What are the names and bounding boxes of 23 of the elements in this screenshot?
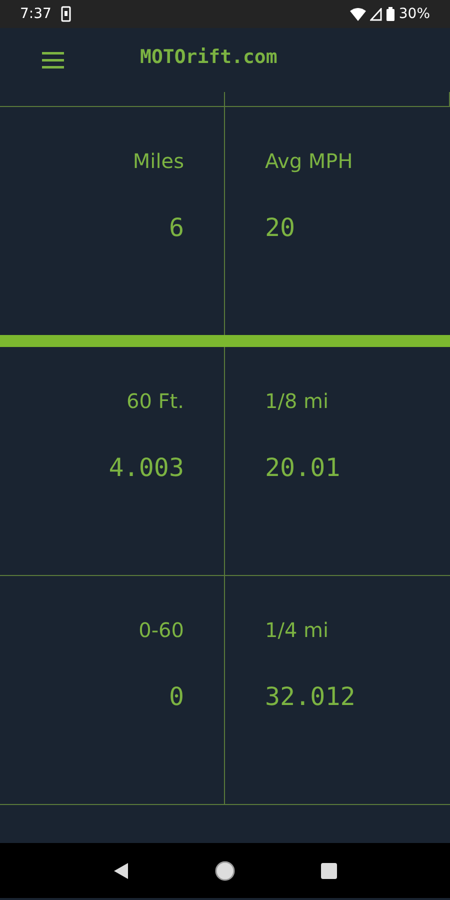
battery-icon	[386, 7, 395, 21]
stat-label: 1/8 mi	[265, 389, 329, 413]
stat-value: 0	[168, 682, 184, 711]
signal-icon	[370, 8, 382, 20]
stat-value: 20	[265, 213, 296, 242]
clock: 7:37	[20, 6, 52, 22]
recents-icon[interactable]	[320, 862, 338, 880]
back-icon[interactable]	[112, 862, 130, 880]
wifi-icon	[350, 8, 366, 20]
stat-value: 4.003	[108, 453, 184, 482]
app-title: MOTOrift.com	[140, 46, 278, 68]
stat-label: 60 Ft.	[126, 389, 184, 413]
stat-label: Avg MPH	[265, 149, 353, 173]
battery-percent: 30%	[398, 6, 430, 22]
stat-label: Miles	[132, 149, 184, 173]
stat-value: 20.01	[265, 453, 340, 482]
stat-value: 6	[168, 213, 184, 242]
phone-icon	[61, 6, 72, 22]
stat-value: 32.012	[265, 682, 356, 711]
menu-icon[interactable]	[40, 50, 66, 70]
stat-label: 1/4 mi	[265, 618, 329, 642]
stat-label: 0-60	[138, 618, 184, 642]
home-icon[interactable]	[214, 860, 235, 880]
